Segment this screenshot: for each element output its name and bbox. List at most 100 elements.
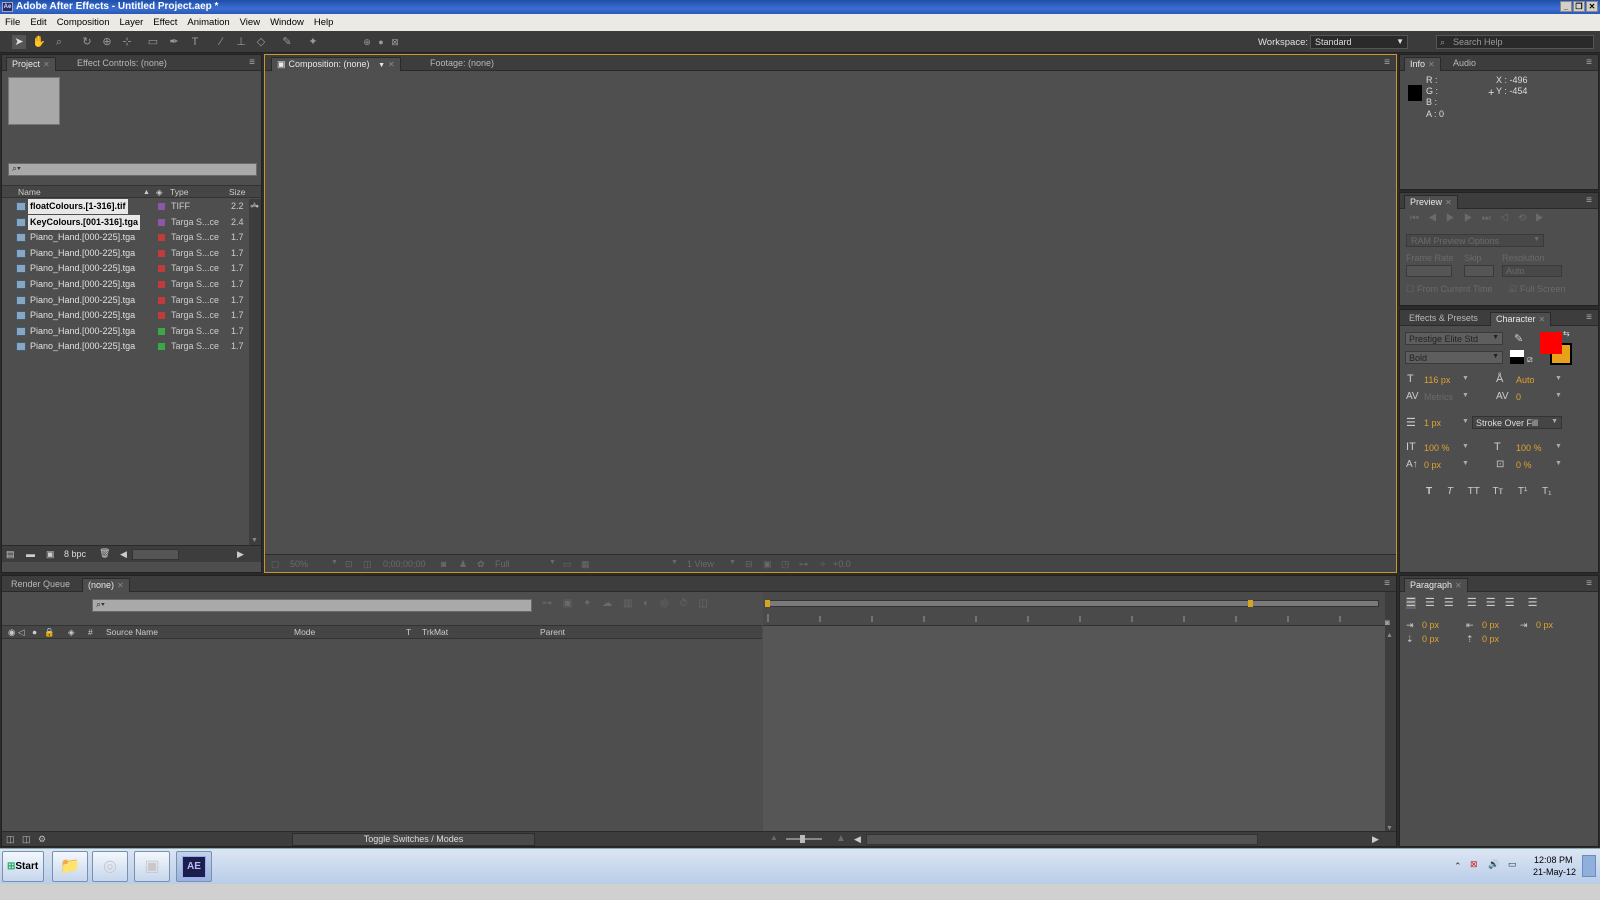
- frame-rate-dropdown[interactable]: [1406, 265, 1452, 277]
- swap-colors-icon[interactable]: ⇆: [1563, 329, 1570, 338]
- camera-orbit-tool-icon[interactable]: ⊕: [100, 35, 114, 49]
- network-error-icon[interactable]: ⊠: [1470, 859, 1478, 870]
- label-color-swatch[interactable]: [158, 296, 165, 304]
- project-item-row[interactable]: Piano_Hand.[000-225].tga Targa S...ce 1.7: [2, 261, 249, 276]
- tab-info[interactable]: Info ✕: [1404, 57, 1441, 71]
- chevron-down-icon[interactable]: ▼: [1555, 443, 1562, 450]
- faux-italic-button[interactable]: T: [1447, 486, 1453, 497]
- mask-tool-icon[interactable]: ▭: [146, 35, 160, 49]
- chevron-down-icon[interactable]: ▼: [1555, 375, 1562, 382]
- menu-window[interactable]: Window: [265, 17, 309, 28]
- space-after-value[interactable]: 0 px: [1482, 634, 1499, 644]
- chevron-down-icon[interactable]: ▼: [1462, 443, 1469, 450]
- transparency-grid-icon[interactable]: ▦: [581, 559, 590, 570]
- app-button-3[interactable]: ▣: [134, 851, 170, 882]
- menu-layer[interactable]: Layer: [115, 17, 149, 28]
- axis-view-icon[interactable]: ⊠: [388, 35, 402, 49]
- zoom-value[interactable]: 50%: [290, 559, 308, 569]
- faux-bold-button[interactable]: T: [1426, 486, 1432, 497]
- label-color-swatch[interactable]: [158, 234, 165, 242]
- eraser-tool-icon[interactable]: ◇: [254, 35, 268, 49]
- search-help-input[interactable]: ⌕ Search Help: [1436, 35, 1594, 49]
- shy-icon[interactable]: ☁: [602, 598, 612, 609]
- safe-zones-icon[interactable]: ⊡: [345, 559, 353, 570]
- label-color-swatch[interactable]: [158, 265, 165, 273]
- audio-icon[interactable]: ◁: [1500, 213, 1518, 224]
- scroll-right-icon[interactable]: ▶: [237, 549, 244, 560]
- space-before-value[interactable]: 0 px: [1422, 634, 1439, 644]
- small-caps-button[interactable]: Tт: [1492, 486, 1503, 497]
- column-track-matte[interactable]: TrkMat: [422, 626, 448, 639]
- menu-animation[interactable]: Animation: [182, 17, 234, 28]
- project-item-row[interactable]: Piano_Hand.[000-225].tga Targa S...ce 1.7: [2, 277, 249, 292]
- frame-blending-icon[interactable]: ▥: [623, 598, 632, 609]
- column-size[interactable]: Size: [229, 186, 246, 199]
- show-hidden-icons-icon[interactable]: ⌃: [1454, 861, 1462, 872]
- menu-help[interactable]: Help: [309, 17, 339, 28]
- timeline-scrollbar[interactable]: ▲ ▼ ◙: [1385, 592, 1396, 846]
- bpc-button[interactable]: 8 bpc: [64, 549, 86, 559]
- scroll-left-icon[interactable]: ◀: [854, 834, 861, 845]
- indent-left-value[interactable]: 0 px: [1422, 620, 1439, 630]
- close-icon[interactable]: ✕: [388, 60, 395, 69]
- type-tool-icon[interactable]: T: [188, 35, 202, 49]
- motion-blur-icon[interactable]: ◐: [643, 598, 649, 609]
- white-swatch[interactable]: [1510, 350, 1524, 357]
- stroke-mode-dropdown[interactable]: Stroke Over Fill ▼: [1472, 416, 1562, 429]
- ram-preview-icon[interactable]: ▶: [1535, 213, 1553, 224]
- align-right-icon[interactable]: ☰: [1444, 597, 1454, 609]
- panel-menu-icon[interactable]: ≡: [1586, 195, 1592, 206]
- close-window-button[interactable]: ✕: [1586, 1, 1598, 12]
- panel-menu-icon[interactable]: ≡: [1586, 312, 1592, 323]
- flowchart-icon[interactable]: ⊶: [250, 201, 259, 212]
- color-channel-icon[interactable]: ✿: [477, 559, 485, 570]
- checkbox-checked-icon[interactable]: ☑: [1509, 284, 1517, 295]
- project-search-input[interactable]: ⌕▾: [8, 163, 257, 176]
- first-frame-icon[interactable]: ⏮: [1410, 213, 1428, 224]
- restore-button[interactable]: ❐: [1573, 1, 1585, 12]
- label-column-icon[interactable]: ◈: [68, 626, 75, 639]
- panel-menu-icon[interactable]: ≡: [1384, 57, 1390, 68]
- tab-composition[interactable]: ▣ Composition: (none) ▼ ✕: [271, 57, 401, 71]
- view-layout-value[interactable]: 1 View: [687, 559, 714, 569]
- scroll-down-icon[interactable]: ▼: [251, 537, 258, 544]
- project-scrollbar[interactable]: ▲ ▼: [249, 199, 261, 546]
- label-color-swatch[interactable]: [158, 312, 165, 320]
- font-size-value[interactable]: 116 px: [1424, 375, 1450, 385]
- tab-effects-presets[interactable]: Effects & Presets: [1404, 312, 1483, 326]
- project-item-row[interactable]: Piano_Hand.[000-225].tga Targa S...ce 1.7: [2, 246, 249, 261]
- tab-character[interactable]: Character ✕: [1490, 312, 1552, 326]
- indent-right-value[interactable]: 0 px: [1536, 620, 1553, 630]
- zoom-in-icon[interactable]: ▲: [836, 833, 846, 844]
- tab-preview[interactable]: Preview ✕: [1404, 195, 1458, 209]
- workspace-dropdown[interactable]: Standard ▼: [1310, 35, 1408, 49]
- stroke-width-value[interactable]: 1 px: [1424, 418, 1441, 428]
- previous-frame-icon[interactable]: ◀: [1428, 213, 1446, 224]
- flowchart-icon[interactable]: ⊶: [799, 559, 808, 570]
- graph-editor-icon[interactable]: ◫: [698, 598, 707, 609]
- clone-stamp-tool-icon[interactable]: ⊥: [234, 35, 248, 49]
- column-preserve-transparency[interactable]: T: [406, 626, 411, 639]
- draft-3d-icon[interactable]: ✦: [583, 598, 591, 609]
- project-item-row[interactable]: Piano_Hand.[000-225].tga Targa S...ce 1.7: [2, 339, 249, 354]
- comp-mini-flowchart-icon[interactable]: ⊶: [542, 598, 552, 609]
- resolution-dropdown[interactable]: Auto: [1502, 265, 1562, 277]
- timeline-icon[interactable]: ◳: [781, 559, 790, 570]
- new-composition-icon[interactable]: ▣: [46, 549, 55, 560]
- eyedropper-icon[interactable]: ✎: [1514, 332, 1523, 345]
- exposure-value[interactable]: +0.0: [833, 559, 851, 569]
- work-area-start-handle[interactable]: [765, 600, 770, 607]
- last-frame-icon[interactable]: ⏭: [1482, 213, 1500, 224]
- chevron-down-icon[interactable]: ▼: [1555, 460, 1562, 467]
- hand-tool-icon[interactable]: ✋: [32, 35, 46, 49]
- pen-tool-icon[interactable]: ✒: [167, 35, 181, 49]
- label-column-icon[interactable]: ◈: [156, 186, 163, 199]
- chevron-down-icon[interactable]: ▼: [1462, 375, 1469, 382]
- horizontal-scale-value[interactable]: 100 %: [1516, 443, 1542, 453]
- roto-brush-tool-icon[interactable]: ✎: [280, 35, 294, 49]
- zoom-tool-icon[interactable]: ⌕: [52, 35, 66, 49]
- menu-view[interactable]: View: [235, 17, 265, 28]
- panel-menu-icon[interactable]: ≡: [1586, 578, 1592, 589]
- label-color-swatch[interactable]: [158, 281, 165, 288]
- ram-preview-options-dropdown[interactable]: RAM Preview Options ▼: [1406, 234, 1544, 247]
